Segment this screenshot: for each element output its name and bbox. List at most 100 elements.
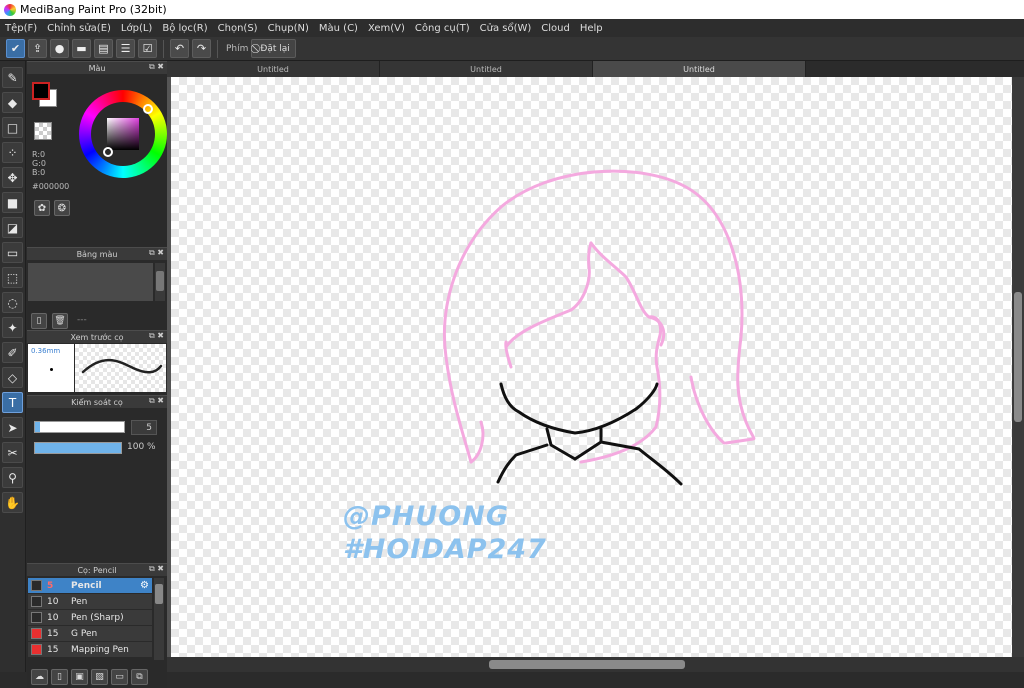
folder-icon: ▭: [115, 672, 124, 682]
magic-wand-icon: ✦: [7, 320, 18, 335]
reset-button[interactable]: ⃠ Đặt lại: [251, 39, 296, 58]
menu-view[interactable]: Xem(V): [363, 23, 410, 34]
brush-item-pencil[interactable]: 5 Pencil ⚙: [28, 578, 152, 594]
hue-knob[interactable]: [143, 104, 153, 114]
menu-capture[interactable]: Chụp(N): [263, 23, 314, 34]
trash-icon: 🗑: [54, 316, 66, 326]
duplicate-brush-button[interactable]: ⧉: [131, 669, 148, 685]
brush-item-g-pen[interactable]: 15 G Pen: [28, 626, 152, 642]
magic-wand-tool[interactable]: ✦: [2, 317, 23, 338]
shoulder-left-stroke: [496, 443, 549, 484]
menu-edit[interactable]: Chỉnh sửa(E): [42, 23, 116, 34]
brush-folder-button[interactable]: ▭: [111, 669, 128, 685]
palette-scrollbar[interactable]: [155, 263, 165, 301]
brush-stroke-preview: [75, 344, 166, 392]
vertical-scrollbar[interactable]: [1012, 77, 1024, 657]
undo-button[interactable]: ↶: [170, 39, 189, 58]
operation-tool[interactable]: ➤: [2, 417, 23, 438]
color-settings-button[interactable]: ❂: [54, 200, 70, 216]
foreground-color-swatch[interactable]: [32, 82, 50, 100]
saturation-square[interactable]: [107, 118, 139, 150]
palette-swatch-area[interactable]: [28, 263, 153, 301]
brush-tool[interactable]: ✎: [2, 67, 23, 88]
add-brush-icon: ▣: [75, 672, 84, 682]
brush-opacity-slider[interactable]: [34, 442, 122, 454]
upload-icon: ⇪: [32, 42, 43, 55]
brush-list-scrollbar[interactable]: [154, 578, 164, 660]
checklist-button[interactable]: ☑: [138, 39, 157, 58]
menu-cloud[interactable]: Cloud: [536, 23, 575, 34]
bangs-left-stroke: [504, 241, 593, 349]
fill-rect-tool[interactable]: ■: [2, 192, 23, 213]
message-button[interactable]: ▬: [72, 39, 91, 58]
brush-opacity-value: 100 %: [127, 442, 156, 452]
text-tool[interactable]: T: [2, 392, 23, 413]
panel-close-icon[interactable]: ⧉ ✖: [149, 331, 164, 341]
redo-button[interactable]: ↷: [192, 39, 211, 58]
menu-color[interactable]: Màu (C): [314, 23, 363, 34]
page-button[interactable]: ▤: [94, 39, 113, 58]
menu-help[interactable]: Help: [575, 23, 608, 34]
select-eraser-tool[interactable]: ◇: [2, 367, 23, 388]
panel-close-icon[interactable]: ⧉ ✖: [149, 396, 164, 406]
hand-tool[interactable]: ✋: [2, 492, 23, 513]
list-button[interactable]: ☰: [116, 39, 135, 58]
color-panel-title: Màu: [88, 63, 106, 73]
eyedropper-tool[interactable]: ⚲: [2, 467, 23, 488]
horizontal-scrollbar[interactable]: [167, 657, 1024, 672]
panel-close-icon[interactable]: ⧉ ✖: [149, 62, 164, 72]
bucket-tool[interactable]: ◪: [2, 217, 23, 238]
hair-right-stroke: [689, 375, 726, 445]
saturation-knob[interactable]: [103, 147, 113, 157]
filled-square-icon: ■: [6, 195, 19, 210]
brush-size-input[interactable]: 5: [131, 420, 157, 435]
upload-button[interactable]: ⇪: [28, 39, 47, 58]
color-wheel[interactable]: [79, 90, 167, 178]
brush-size-slider[interactable]: [34, 421, 125, 433]
checklist-icon: ☑: [142, 42, 153, 55]
brush-size: 15: [47, 644, 59, 655]
add-brush-button[interactable]: ▣: [71, 669, 88, 685]
new-brush-button[interactable]: ▯: [51, 669, 68, 685]
menu-select[interactable]: Chọn(S): [213, 23, 263, 34]
palette-panel-title: Bảng màu: [76, 249, 118, 259]
new-palette-button[interactable]: ▯: [31, 313, 47, 329]
brush-name: Pen (Sharp): [71, 612, 124, 623]
color-palette-button[interactable]: ✿: [34, 200, 50, 216]
brush-item-pen-sharp[interactable]: 10 Pen (Sharp): [28, 610, 152, 626]
window-title: MediBang Paint Pro (32bit): [20, 3, 167, 16]
divide-tool[interactable]: ✂: [2, 442, 23, 463]
delete-palette-button[interactable]: 🗑: [52, 313, 68, 329]
dot-tool[interactable]: ⁘: [2, 142, 23, 163]
brush-settings-button[interactable]: ▧: [91, 669, 108, 685]
brush-item-pen[interactable]: 10 Pen: [28, 594, 152, 610]
menu-window[interactable]: Cửa sổ(W): [475, 23, 537, 34]
gear-icon[interactable]: ⚙: [140, 580, 149, 591]
select-tool[interactable]: ⬚: [2, 267, 23, 288]
menu-filter[interactable]: Bộ lọc(R): [157, 23, 212, 34]
shoulder-right-stroke: [599, 440, 683, 486]
drawing-canvas[interactable]: @PHUONG #HOIDAP247: [171, 77, 1012, 657]
rgb-readout: R:0 G:0 B:0: [32, 150, 46, 177]
menu-tools[interactable]: Công cụ(T): [410, 23, 475, 34]
lasso-tool[interactable]: ◌: [2, 292, 23, 313]
panel-close-icon[interactable]: ⧉ ✖: [149, 248, 164, 258]
tab-untitled-1[interactable]: Untitled: [167, 61, 380, 77]
tab-untitled-3[interactable]: Untitled: [593, 61, 806, 77]
menu-file[interactable]: Tệp(F): [0, 23, 42, 34]
gradient-tool[interactable]: ▭: [2, 242, 23, 263]
cloud-brush-button[interactable]: ☁: [31, 669, 48, 685]
tab-untitled-2[interactable]: Untitled: [380, 61, 593, 77]
panel-close-icon[interactable]: ⧉ ✖: [149, 564, 164, 574]
shape-tool[interactable]: □: [2, 117, 23, 138]
brush-tip-dot: [50, 368, 53, 371]
cloud-check-button[interactable]: ✔: [6, 39, 25, 58]
comment-button[interactable]: ●: [50, 39, 69, 58]
move-tool[interactable]: ✥: [2, 167, 23, 188]
brush-size: 10: [47, 612, 59, 623]
brush-item-mapping-pen[interactable]: 15 Mapping Pen: [28, 642, 152, 658]
eraser-tool[interactable]: ◆: [2, 92, 23, 113]
menu-layer[interactable]: Lớp(L): [116, 23, 157, 34]
transparent-color-swatch[interactable]: [34, 122, 52, 140]
select-pen-tool[interactable]: ✐: [2, 342, 23, 363]
